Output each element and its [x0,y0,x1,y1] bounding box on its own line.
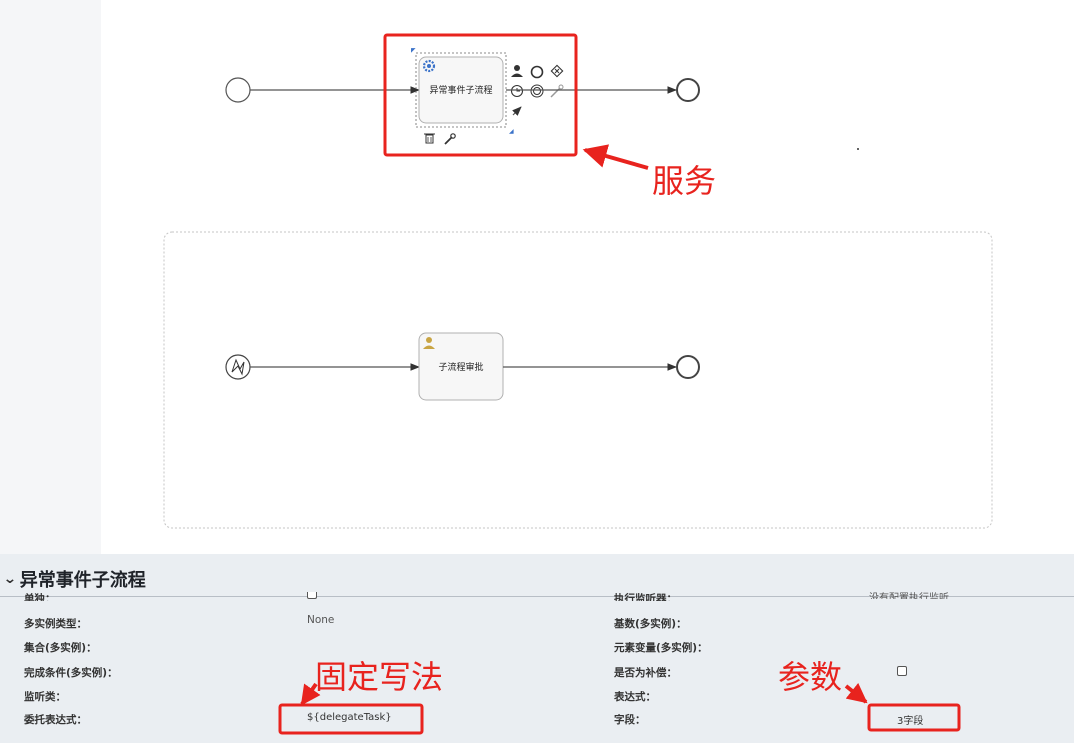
svg-text:◢: ◢ [509,128,514,135]
wrench-icon[interactable] [550,84,564,98]
canvas-dot [857,148,859,150]
annotation-fixed-syntax: 固定写法 [315,658,444,696]
wrench-icon[interactable] [444,133,456,145]
annotation-arrow [582,144,649,170]
trash-icon[interactable] [424,133,435,144]
annotation-service: 服务 [652,162,716,200]
resize-handle-icon[interactable]: ◢ [509,128,514,135]
user-task-icon[interactable] [511,65,523,77]
annotation-params: 参数 [778,658,843,696]
end-event-icon[interactable] [530,65,544,79]
panel-annotations [278,682,961,735]
end-event[interactable] [676,355,700,379]
error-start-event[interactable] [225,354,251,380]
intermediate-event-icon[interactable] [530,84,544,98]
resize-handle-icon[interactable]: ◤ [411,47,416,54]
svg-text:◤: ◤ [411,47,416,54]
end-event[interactable] [676,78,700,102]
event-subprocess[interactable] [163,231,993,529]
user-task-subprocess-approval[interactable]: 子流程审批 [418,332,504,401]
timer-event-icon[interactable] [510,84,524,98]
gateway-icon[interactable] [550,64,564,78]
highlight-box-delegate [278,703,424,735]
annotation-arrow [300,682,321,706]
task2-label: 子流程审批 [438,361,483,373]
bpmn-diagram: 异常事件子流程 ◤ ◢ 服务 子流程审批 [163,33,993,529]
start-event[interactable] [225,77,251,103]
connect-arrow-icon[interactable] [512,106,522,116]
task1-label: 异常事件子流程 [429,84,492,96]
highlight-box-fields [867,703,961,732]
annotation-arrow [844,682,868,704]
